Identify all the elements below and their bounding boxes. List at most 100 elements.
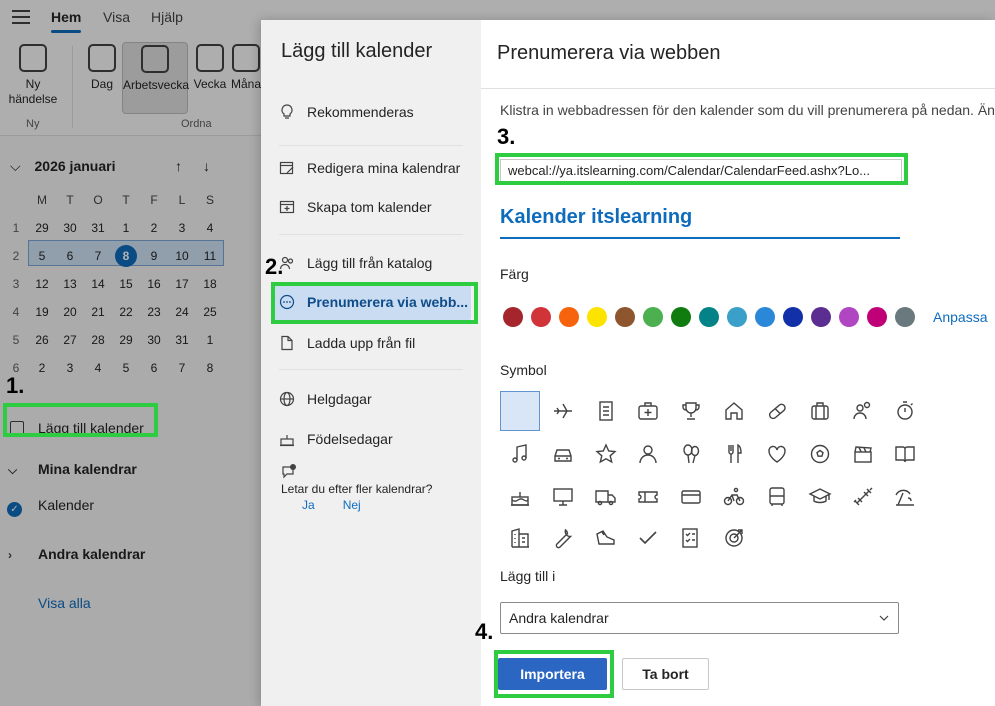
calendar-name-input[interactable]: Kalender itslearning: [500, 206, 900, 239]
dialog-main: Prenumerera via webben Klistra in webbad…: [481, 20, 995, 706]
title-divider: [481, 88, 995, 89]
add-to-dropdown[interactable]: Andra kalendrar: [500, 602, 899, 634]
people-icon[interactable]: [843, 391, 883, 431]
color-swatch[interactable]: [643, 307, 663, 327]
color-swatch[interactable]: [615, 307, 635, 327]
customize-color-link[interactable]: Anpassa: [933, 309, 987, 325]
yes-link[interactable]: Ja: [302, 498, 315, 512]
color-swatch[interactable]: [503, 307, 523, 327]
nav-create-blank[interactable]: Skapa tom kalender: [261, 189, 481, 225]
ticket-icon[interactable]: [628, 477, 668, 517]
annotation-step3: 3.: [497, 124, 516, 149]
nav-holidays-label: Helgdagar: [307, 391, 372, 407]
payment-card-icon[interactable]: [671, 477, 711, 517]
car-icon[interactable]: [543, 434, 583, 474]
nav-recommended[interactable]: Rekommenderas: [261, 94, 481, 130]
color-swatch[interactable]: [699, 307, 719, 327]
beach-icon[interactable]: [885, 477, 925, 517]
dialog-nav: Lägg till kalender Rekommenderas Rediger…: [261, 20, 481, 706]
add-calendar-dialog: Lägg till kalender Rekommenderas Rediger…: [261, 20, 995, 706]
running-shoe-icon[interactable]: [586, 518, 626, 558]
nav-edit-calendars[interactable]: Redigera mina kalendrar: [261, 150, 481, 186]
color-swatch[interactable]: [559, 307, 579, 327]
color-swatch[interactable]: [671, 307, 691, 327]
nav-holidays[interactable]: Helgdagar: [261, 381, 481, 417]
color-label: Färg: [500, 266, 529, 282]
lightbulb-icon: [279, 104, 295, 120]
cutlery-icon[interactable]: [714, 434, 754, 474]
briefcase-icon[interactable]: [800, 391, 840, 431]
color-swatch[interactable]: [867, 307, 887, 327]
color-swatch[interactable]: [587, 307, 607, 327]
trophy-icon[interactable]: [671, 391, 711, 431]
monitor-icon[interactable]: [543, 477, 583, 517]
color-swatch[interactable]: [531, 307, 551, 327]
wrench-icon[interactable]: [543, 518, 583, 558]
star-icon[interactable]: [586, 434, 626, 474]
bicycle-icon[interactable]: [714, 477, 754, 517]
pill-icon[interactable]: [757, 391, 797, 431]
graduation-cap-icon[interactable]: [800, 477, 840, 517]
nav-recommended-label: Rekommenderas: [307, 104, 414, 120]
home-icon[interactable]: [714, 391, 754, 431]
nav-birthdays-label: Födelsedagar: [307, 431, 393, 447]
dialog-title: Lägg till kalender: [281, 40, 433, 62]
target-icon[interactable]: [714, 518, 754, 558]
color-swatch[interactable]: [755, 307, 775, 327]
subscribe-title: Prenumerera via webben: [497, 42, 721, 64]
annotation-step1: 1.: [6, 373, 25, 398]
annotation-highlight-step2: [271, 282, 478, 324]
nav-divider: [279, 145, 463, 146]
remove-button[interactable]: Ta bort: [622, 658, 709, 690]
color-swatch[interactable]: [839, 307, 859, 327]
soccer-ball-icon[interactable]: [800, 434, 840, 474]
truck-icon[interactable]: [586, 477, 626, 517]
cake-icon: [279, 431, 295, 447]
globe-icon: [279, 391, 295, 407]
airplane-icon[interactable]: [543, 391, 583, 431]
stopwatch-icon[interactable]: [885, 391, 925, 431]
feedback-links: Ja Nej: [302, 498, 389, 512]
color-swatch[interactable]: [783, 307, 803, 327]
add-to-label: Lägg till i: [500, 568, 556, 584]
nav-divider: [279, 369, 463, 370]
clapperboard-icon[interactable]: [843, 434, 883, 474]
feedback-icon: [281, 464, 297, 483]
bus-icon[interactable]: [757, 477, 797, 517]
color-picker: Anpassa: [503, 307, 987, 327]
book-icon[interactable]: [885, 434, 925, 474]
building-icon[interactable]: [500, 518, 540, 558]
color-swatch[interactable]: [895, 307, 915, 327]
annotation-highlight-step4: [494, 650, 614, 698]
no-link[interactable]: Nej: [343, 498, 361, 512]
color-swatch[interactable]: [727, 307, 747, 327]
checkmark-icon[interactable]: [628, 518, 668, 558]
medical-bag-icon[interactable]: [628, 391, 668, 431]
balloons-icon[interactable]: [671, 434, 711, 474]
nav-upload-file[interactable]: Ladda upp från fil: [261, 325, 481, 361]
nav-add-from-directory[interactable]: Lägg till från katalog: [261, 245, 481, 281]
symbol-label: Symbol: [500, 362, 547, 378]
document-icon[interactable]: [586, 391, 626, 431]
more-calendars-question: Letar du efter fler kalendrar?: [281, 482, 433, 496]
add-calendar-icon: [279, 199, 295, 215]
cake-icon[interactable]: [500, 477, 540, 517]
annotation-step4: 4.: [475, 619, 494, 644]
add-to-selected-value: Andra kalendrar: [509, 610, 609, 626]
nav-birthdays[interactable]: Födelsedagar: [261, 421, 481, 457]
annotation-highlight-step3: [495, 153, 908, 185]
color-swatch[interactable]: [811, 307, 831, 327]
heart-icon[interactable]: [757, 434, 797, 474]
blank-icon[interactable]: [500, 391, 540, 431]
music-note-icon[interactable]: [500, 434, 540, 474]
annotation-highlight-step1: [3, 403, 158, 437]
person-icon[interactable]: [628, 434, 668, 474]
checklist-icon[interactable]: [671, 518, 711, 558]
subscribe-description: Klistra in webbadressen för den kalender…: [500, 102, 995, 118]
nav-create-blank-label: Skapa tom kalender: [307, 199, 432, 215]
document-icon: [279, 335, 295, 351]
annotation-step2: 2.: [265, 254, 284, 279]
chevron-down-icon: [879, 615, 889, 621]
edit-calendar-icon: [279, 160, 295, 176]
dumbbell-icon[interactable]: [843, 477, 883, 517]
